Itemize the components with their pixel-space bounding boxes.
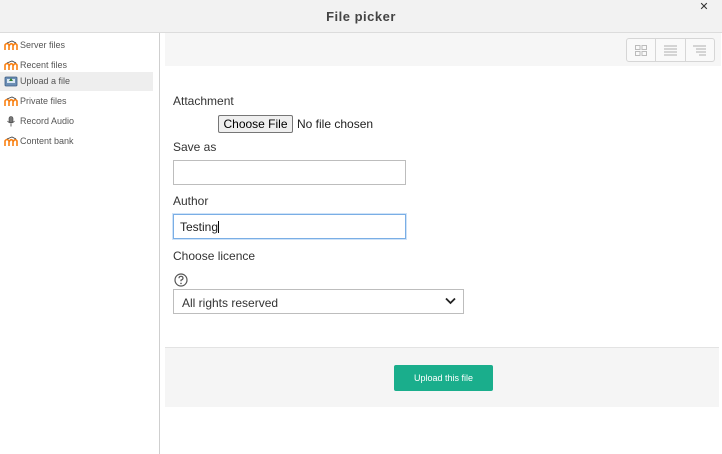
- no-file-status: No file chosen: [297, 117, 374, 131]
- help-icon[interactable]: [174, 273, 188, 287]
- upload-file-button[interactable]: Upload this file: [394, 365, 493, 391]
- sidebar-item-label: Recent files: [20, 60, 68, 70]
- author-label: Author: [173, 194, 209, 208]
- list-view-icon: [663, 44, 677, 56]
- sidebar-item-label: Server files: [20, 40, 66, 50]
- moodle-icon: [4, 40, 18, 50]
- dialog-titlebar: File picker ✕: [0, 0, 722, 33]
- sidebar-item-record-audio[interactable]: Record Audio: [0, 112, 153, 131]
- chevron-down-icon: [445, 297, 456, 305]
- moodle-icon: [4, 96, 18, 106]
- choose-file-button[interactable]: Choose File: [218, 115, 293, 133]
- icon-view-button[interactable]: [627, 39, 657, 61]
- author-input[interactable]: Testing: [173, 214, 406, 239]
- author-value: Testing: [180, 220, 219, 234]
- licence-select[interactable]: All rights reserved: [173, 289, 464, 314]
- licence-selected-value: All rights reserved: [182, 296, 279, 310]
- save-as-input[interactable]: [173, 160, 406, 185]
- attachment-label: Attachment: [173, 94, 234, 108]
- tree-view-button[interactable]: [686, 39, 714, 61]
- sidebar-item-server-files[interactable]: Server files: [0, 36, 153, 55]
- sidebar-item-content-bank[interactable]: Content bank: [0, 132, 153, 151]
- sidebar-item-private-files[interactable]: Private files: [0, 92, 153, 111]
- moodle-icon: [4, 60, 18, 70]
- save-as-label: Save as: [173, 140, 217, 154]
- list-view-button[interactable]: [656, 39, 686, 61]
- dialog-footer: Upload this file: [165, 347, 719, 407]
- sidebar-item-upload-a-file[interactable]: Upload a file: [0, 72, 153, 91]
- grid-view-icon: [635, 44, 648, 56]
- view-toolbar: [165, 33, 721, 66]
- sidebar-item-label: Upload a file: [20, 76, 71, 86]
- tree-view-icon: [693, 44, 707, 56]
- text-cursor: [218, 221, 220, 233]
- sidebar-item-label: Content bank: [20, 136, 74, 146]
- repository-sidebar: Server files Recent files Upload a file …: [0, 33, 160, 454]
- choose-licence-label: Choose licence: [173, 249, 256, 263]
- sidebar-item-label: Private files: [20, 96, 67, 106]
- upload-icon: [4, 76, 18, 87]
- sidebar-item-label: Record Audio: [20, 116, 75, 126]
- view-switcher: [626, 38, 715, 62]
- moodle-icon: [4, 136, 18, 146]
- dialog-title: File picker: [326, 9, 396, 24]
- close-icon[interactable]: ✕: [698, 1, 710, 13]
- microphone-icon: [7, 116, 15, 127]
